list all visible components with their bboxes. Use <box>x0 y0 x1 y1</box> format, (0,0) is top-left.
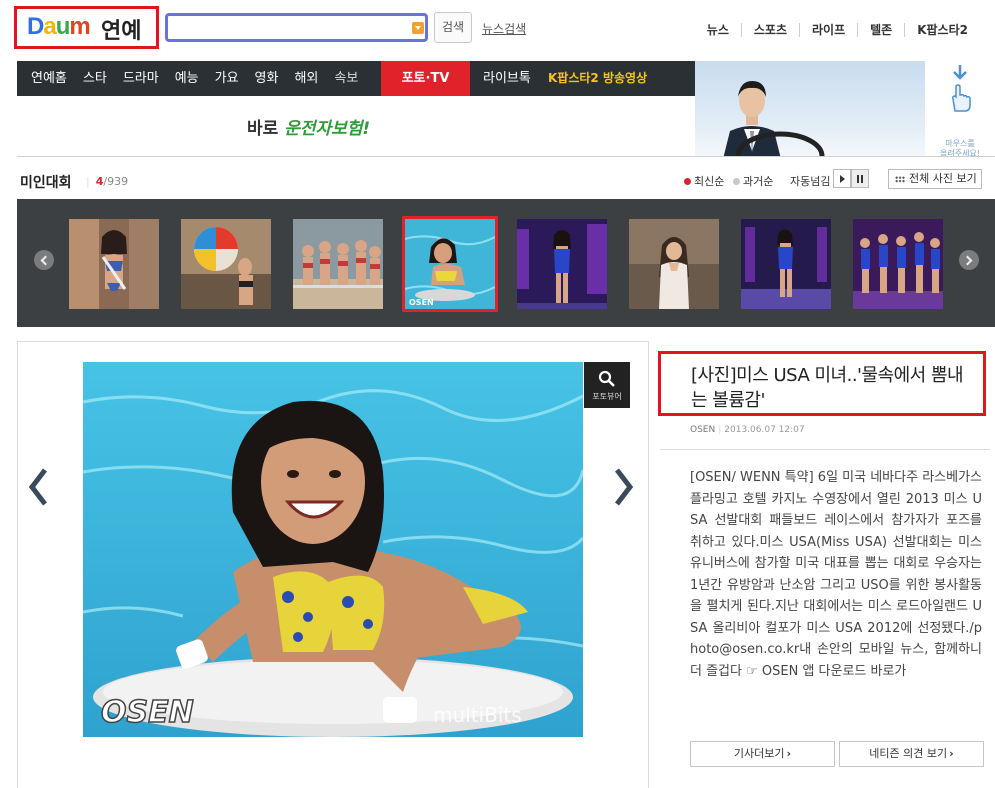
nav-variety[interactable]: 예능 <box>167 61 207 96</box>
photo-prev-arrow-icon[interactable] <box>28 467 48 507</box>
gallery-counter: | 4/939 <box>86 175 129 188</box>
nav-overseas[interactable]: 해외 <box>286 61 326 96</box>
nav-star[interactable]: 스타 <box>75 61 115 96</box>
nav-live-talk[interactable]: 라이브톡 <box>483 61 531 96</box>
section-title[interactable]: 연예 <box>101 13 141 45</box>
main-photo[interactable]: OSEN multiBits <box>83 362 583 737</box>
radio-selected-icon <box>684 178 691 185</box>
article-date: 2013.06.07 12:07 <box>724 425 805 435</box>
top-nav-kpopstar[interactable]: K팝스타2 <box>904 23 980 37</box>
hand-pointer-icon <box>952 84 971 112</box>
read-more-button[interactable]: 기사더보기 › <box>690 741 835 767</box>
chevron-right-icon: › <box>786 747 792 760</box>
news-search-link[interactable]: 뉴스검색 <box>482 20 526 37</box>
search-button[interactable]: 검색 <box>434 12 472 43</box>
photo-viewer-button[interactable]: 포토뷰어 <box>584 362 630 408</box>
ad-text-prefix: 바로 <box>247 119 285 139</box>
nav-music[interactable]: 가요 <box>207 61 247 96</box>
view-all-photos-label: 전체 사진 보기 <box>909 172 977 185</box>
article-body: [OSEN/ WENN 특약] 6일 미국 네바다주 라스베가스 플라밍고 호텔… <box>690 470 982 679</box>
top-nav-life[interactable]: 라이프 <box>799 23 857 37</box>
comments-label: 네티즌 의견 보기 <box>869 747 948 760</box>
search-dropdown-icon[interactable] <box>412 22 424 34</box>
divider <box>660 449 990 450</box>
thumbnail-strip: OSEN <box>17 199 995 327</box>
play-button[interactable] <box>833 169 851 188</box>
thumbnail-image <box>741 219 831 309</box>
article-meta: OSEN | 2013.06.07 12:07 <box>690 425 805 435</box>
ad-headline[interactable]: 바로 운전자보험! <box>247 114 370 139</box>
ad-mouse-hint-line2: 올려주세요! <box>939 149 980 158</box>
thumbnail[interactable] <box>293 219 383 309</box>
radio-unselected-icon <box>733 178 740 185</box>
article-title-box: [사진]미스 USA 미녀..'물속에서 뽐내는 볼륨감' <box>658 351 986 416</box>
thumbnail[interactable] <box>853 219 943 309</box>
chevron-right-icon: › <box>949 747 954 760</box>
divider <box>17 156 995 157</box>
ad-banner[interactable]: 바로 운전자보험! 마우스를 올려주세요! <box>17 61 995 158</box>
photo-viewer-label: 포토뷰어 <box>592 392 622 401</box>
top-nav: 뉴스 스포츠 라이프 텔존 K팝스타2 <box>695 23 980 37</box>
pause-button[interactable] <box>851 169 869 188</box>
watermark-osen: OSEN <box>101 695 194 730</box>
ad-steering-wheel <box>735 131 825 156</box>
sort-newest[interactable]: 최신순 <box>684 173 724 189</box>
main-nav-menu: 연예홈 스타 드라마 예능 가요 영화 해외 속보 <box>17 61 366 96</box>
thumbnail-image <box>853 219 943 309</box>
read-more-label: 기사더보기 <box>733 747 785 760</box>
watermark-multibits: multiBits <box>433 703 522 727</box>
nav-home[interactable]: 연예홈 <box>17 61 75 96</box>
daum-logo[interactable]: Daum <box>27 13 91 41</box>
arrow-down-icon <box>953 65 967 80</box>
thumbnail-image <box>181 219 271 309</box>
thumbnail-image <box>517 219 607 309</box>
article-title[interactable]: [사진]미스 USA 미녀..'물속에서 뽐내는 볼륨감' <box>691 363 979 413</box>
top-nav-sports[interactable]: 스포츠 <box>740 23 799 37</box>
thumbnail-image <box>629 219 719 309</box>
autoplay-label: 자동넘김 <box>790 175 831 188</box>
main-photo-image: OSEN multiBits <box>83 362 583 737</box>
photo-next-arrow-icon[interactable] <box>614 467 634 507</box>
thumbnail-selected[interactable]: OSEN <box>402 216 498 312</box>
nav-drama[interactable]: 드라마 <box>115 61 167 96</box>
thumbnail[interactable] <box>181 219 271 309</box>
sort-newest-label: 최신순 <box>694 175 725 188</box>
thumbnail[interactable] <box>629 219 719 309</box>
thumbnail-image: OSEN <box>405 219 495 309</box>
nav-breaking[interactable]: 속보 <box>326 61 366 96</box>
grid-icon <box>895 176 905 183</box>
nav-photo-tv[interactable]: 포토·TV <box>381 61 470 96</box>
ad-mouse-hint[interactable]: 마우스를 올려주세요! <box>925 61 995 158</box>
comments-button[interactable]: 네티즌 의견 보기 › <box>839 741 984 767</box>
thumbnail[interactable] <box>741 219 831 309</box>
nav-kpop-video[interactable]: K팝스타2 방송영상 <box>548 61 647 96</box>
magnifier-icon <box>598 370 615 387</box>
search-input[interactable] <box>172 19 410 37</box>
article-source[interactable]: OSEN <box>690 425 715 435</box>
ad-image[interactable] <box>695 61 925 156</box>
strip-next-button[interactable] <box>959 250 979 270</box>
daum-logo-box[interactable]: Daum 연예 <box>14 6 159 49</box>
top-nav-news[interactable]: 뉴스 <box>695 23 741 37</box>
nav-movie[interactable]: 영화 <box>247 61 287 96</box>
thumbnail-image <box>293 219 383 309</box>
thumbnail[interactable] <box>69 219 159 309</box>
thumbnail[interactable] <box>517 219 607 309</box>
view-all-photos-button[interactable]: 전체 사진 보기 <box>888 169 982 189</box>
photo-viewer: OSEN multiBits 포토뷰어 <box>17 341 649 788</box>
sort-oldest-label: 과거순 <box>743 175 774 188</box>
ad-text-highlight: 운전자보험! <box>284 119 371 139</box>
thumbnail-image <box>69 219 159 309</box>
search-box[interactable] <box>165 13 428 42</box>
svg-text:OSEN: OSEN <box>409 298 434 307</box>
ad-mouse-hint-line1: 마우스를 <box>945 139 975 148</box>
sort-oldest[interactable]: 과거순 <box>733 173 773 189</box>
strip-prev-button[interactable] <box>34 250 54 270</box>
gallery-total: /939 <box>103 175 129 188</box>
gallery-title: 미인대회 <box>20 175 72 191</box>
top-nav-telzone[interactable]: 텔존 <box>857 23 904 37</box>
